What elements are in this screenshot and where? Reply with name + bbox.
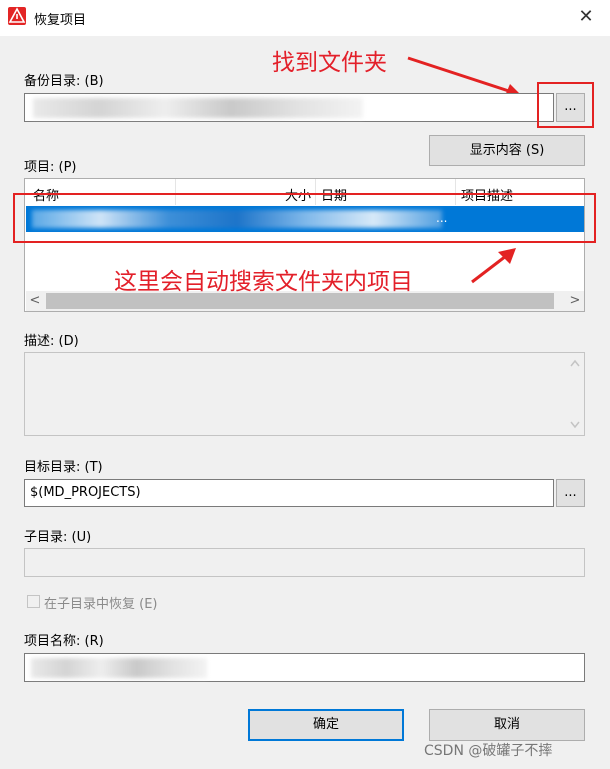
redacted-path bbox=[33, 98, 363, 118]
description-textarea[interactable] bbox=[24, 352, 585, 436]
annotation-auto-search: 这里会自动搜索文件夹内项目 bbox=[114, 269, 413, 295]
app-logo-icon bbox=[8, 7, 26, 25]
watermark: CSDN @破罐子不摔 bbox=[424, 743, 553, 759]
scroll-right-icon[interactable]: > bbox=[566, 291, 584, 311]
annotation-arrow-2 bbox=[471, 248, 516, 284]
window-title: 恢复项目 bbox=[34, 13, 87, 28]
scroll-left-icon[interactable]: < bbox=[26, 291, 44, 311]
target-dir-input[interactable]: $(MD_PROJECTS) bbox=[24, 479, 554, 507]
scroll-up-icon[interactable] bbox=[570, 359, 580, 367]
target-dir-browse-button[interactable]: ... bbox=[556, 479, 585, 507]
annotation-highlight-row bbox=[13, 193, 596, 243]
sub-dir-input[interactable] bbox=[24, 548, 585, 577]
show-content-button[interactable]: 显示内容 (S) bbox=[429, 135, 585, 166]
target-dir-value: $(MD_PROJECTS) bbox=[30, 485, 141, 500]
restore-in-subdir-checkbox[interactable] bbox=[27, 595, 40, 608]
backup-dir-input[interactable] bbox=[24, 93, 554, 122]
projects-label: 项目: (P) bbox=[24, 160, 77, 175]
annotation-find-folder: 找到文件夹 bbox=[272, 50, 387, 76]
cancel-button[interactable]: 取消 bbox=[429, 709, 585, 741]
target-dir-label: 目标目录: (T) bbox=[24, 460, 103, 475]
sub-dir-label: 子目录: (U) bbox=[24, 530, 92, 545]
restore-in-subdir-label: 在子目录中恢复 (E) bbox=[44, 597, 158, 612]
close-icon[interactable]: ✕ bbox=[572, 4, 600, 30]
project-name-label: 项目名称: (R) bbox=[24, 634, 104, 649]
annotation-highlight-browse bbox=[537, 82, 594, 128]
title-bar bbox=[0, 0, 610, 36]
project-name-input[interactable] bbox=[24, 653, 585, 682]
description-label: 描述: (D) bbox=[24, 334, 79, 349]
ok-button[interactable]: 确定 bbox=[248, 709, 404, 741]
vertical-scrollbar[interactable] bbox=[566, 353, 584, 435]
scroll-down-icon[interactable] bbox=[570, 421, 580, 429]
redacted-project-name bbox=[31, 658, 207, 678]
backup-dir-label: 备份目录: (B) bbox=[24, 74, 104, 89]
